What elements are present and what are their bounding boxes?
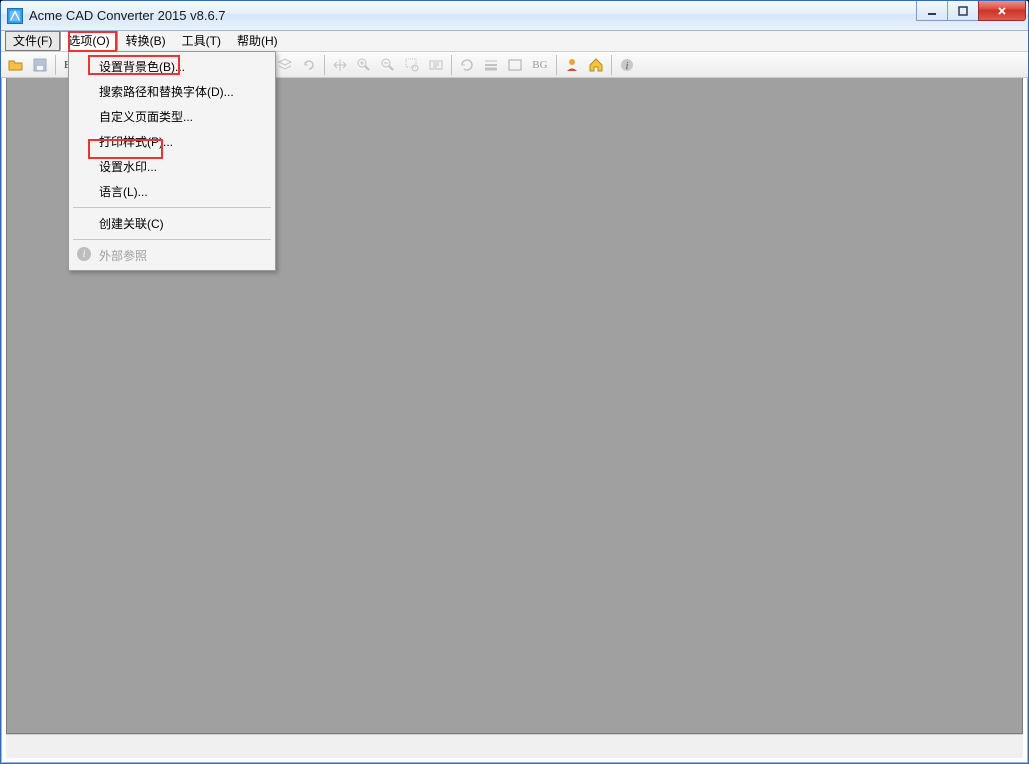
statusbar	[6, 734, 1023, 758]
menu-set-watermark[interactable]: 设置水印...	[71, 154, 273, 179]
maximize-button[interactable]	[947, 1, 979, 21]
about-icon[interactable]: i	[616, 54, 638, 76]
zoom-extents-icon[interactable]	[425, 54, 447, 76]
menu-set-bg-color[interactable]: 设置背景色(B)...	[71, 54, 273, 79]
menu-item-label: 打印样式(P)...	[99, 135, 173, 149]
toolbar-separator	[55, 55, 56, 75]
zoom-in-icon[interactable]	[353, 54, 375, 76]
menu-item-label: 设置背景色(B)...	[99, 60, 185, 74]
pan-icon[interactable]	[329, 54, 351, 76]
titlebar: Acme CAD Converter 2015 v8.6.7	[1, 1, 1028, 31]
menu-item-label: 自定义页面类型...	[99, 110, 193, 124]
menu-search-path-fonts[interactable]: 搜索路径和替换字体(D)...	[71, 79, 273, 104]
open-file-icon[interactable]	[5, 54, 27, 76]
rotate-icon[interactable]	[298, 54, 320, 76]
app-icon	[7, 8, 23, 24]
menu-options[interactable]: 选项(O)	[60, 31, 117, 51]
home-icon[interactable]	[585, 54, 607, 76]
menu-help[interactable]: 帮助(H)	[229, 31, 286, 51]
menubar: 文件(F) 选项(O) 转换(B) 工具(T) 帮助(H)	[1, 31, 1028, 52]
svg-text:i: i	[625, 61, 628, 72]
menu-create-assoc[interactable]: 创建关联(C)	[71, 211, 273, 236]
zoom-out-icon[interactable]	[377, 54, 399, 76]
user-icon[interactable]	[561, 54, 583, 76]
window-title: Acme CAD Converter 2015 v8.6.7	[29, 8, 226, 23]
menu-item-label: 设置水印...	[99, 160, 157, 174]
app-window: Acme CAD Converter 2015 v8.6.7 文件(F) 选项(…	[0, 0, 1029, 764]
toolbar-separator	[324, 55, 325, 75]
toolbar-separator	[611, 55, 612, 75]
menu-item-label: 搜索路径和替换字体(D)...	[99, 85, 234, 99]
menu-separator	[73, 207, 271, 208]
close-button[interactable]	[978, 1, 1026, 21]
toolbar-separator	[451, 55, 452, 75]
menu-print-style[interactable]: 打印样式(P)...	[71, 129, 273, 154]
menu-file[interactable]: 文件(F)	[5, 31, 60, 51]
save-icon[interactable]	[29, 54, 51, 76]
zoom-window-icon[interactable]	[401, 54, 423, 76]
bg-toggle-button[interactable]: BG	[528, 54, 551, 76]
fullscreen-icon[interactable]	[504, 54, 526, 76]
menu-convert[interactable]: 转换(B)	[118, 31, 174, 51]
refresh-icon[interactable]	[456, 54, 478, 76]
options-dropdown: 设置背景色(B)... 搜索路径和替换字体(D)... 自定义页面类型... 打…	[68, 51, 276, 271]
layers-icon[interactable]	[274, 54, 296, 76]
menu-item-label: 语言(L)...	[99, 185, 148, 199]
menu-item-label: 创建关联(C)	[99, 217, 164, 231]
toolbar-separator	[556, 55, 557, 75]
lineweight-icon[interactable]	[480, 54, 502, 76]
menu-custom-page-type[interactable]: 自定义页面类型...	[71, 104, 273, 129]
minimize-button[interactable]	[916, 1, 948, 21]
menu-item-label: 外部参照	[99, 249, 147, 263]
menu-external-ref: i 外部参照	[71, 243, 273, 268]
menu-language[interactable]: 语言(L)...	[71, 179, 273, 204]
info-icon: i	[77, 247, 91, 261]
window-controls	[917, 1, 1026, 21]
menu-separator	[73, 239, 271, 240]
menu-tools[interactable]: 工具(T)	[174, 31, 229, 51]
